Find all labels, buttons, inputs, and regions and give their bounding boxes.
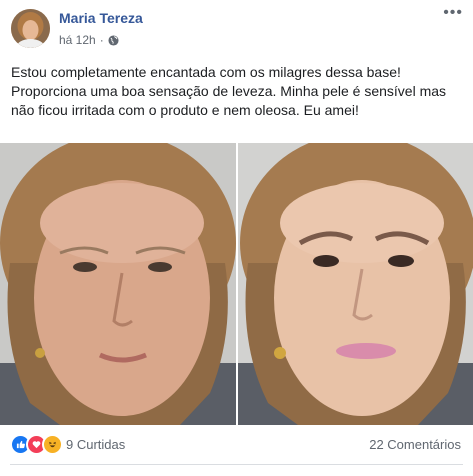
haha-icon [42,434,63,455]
comments-count[interactable]: 22 Comentários [369,437,461,452]
globe-icon [108,34,119,46]
post-meta: há 12h · [59,33,119,47]
before-photo[interactable] [0,143,236,425]
post-footer: 9 Curtidas 22 Comentários [0,432,473,460]
author-name[interactable]: Maria Tereza [59,10,143,26]
post-photos[interactable] [0,143,473,425]
avatar[interactable] [11,9,50,48]
divider [10,464,463,465]
after-photo[interactable] [238,143,473,425]
avatar-image [11,9,50,48]
post-text: Estou completamente encantada com os mil… [11,64,447,118]
reactions[interactable]: 9 Curtidas [10,434,125,455]
likes-count[interactable]: 9 Curtidas [66,437,125,452]
post-header: Maria Tereza há 12h · ••• [0,0,473,60]
post-time[interactable]: há 12h [59,33,96,47]
more-options-icon[interactable]: ••• [443,4,463,22]
meta-separator: · [99,33,104,47]
